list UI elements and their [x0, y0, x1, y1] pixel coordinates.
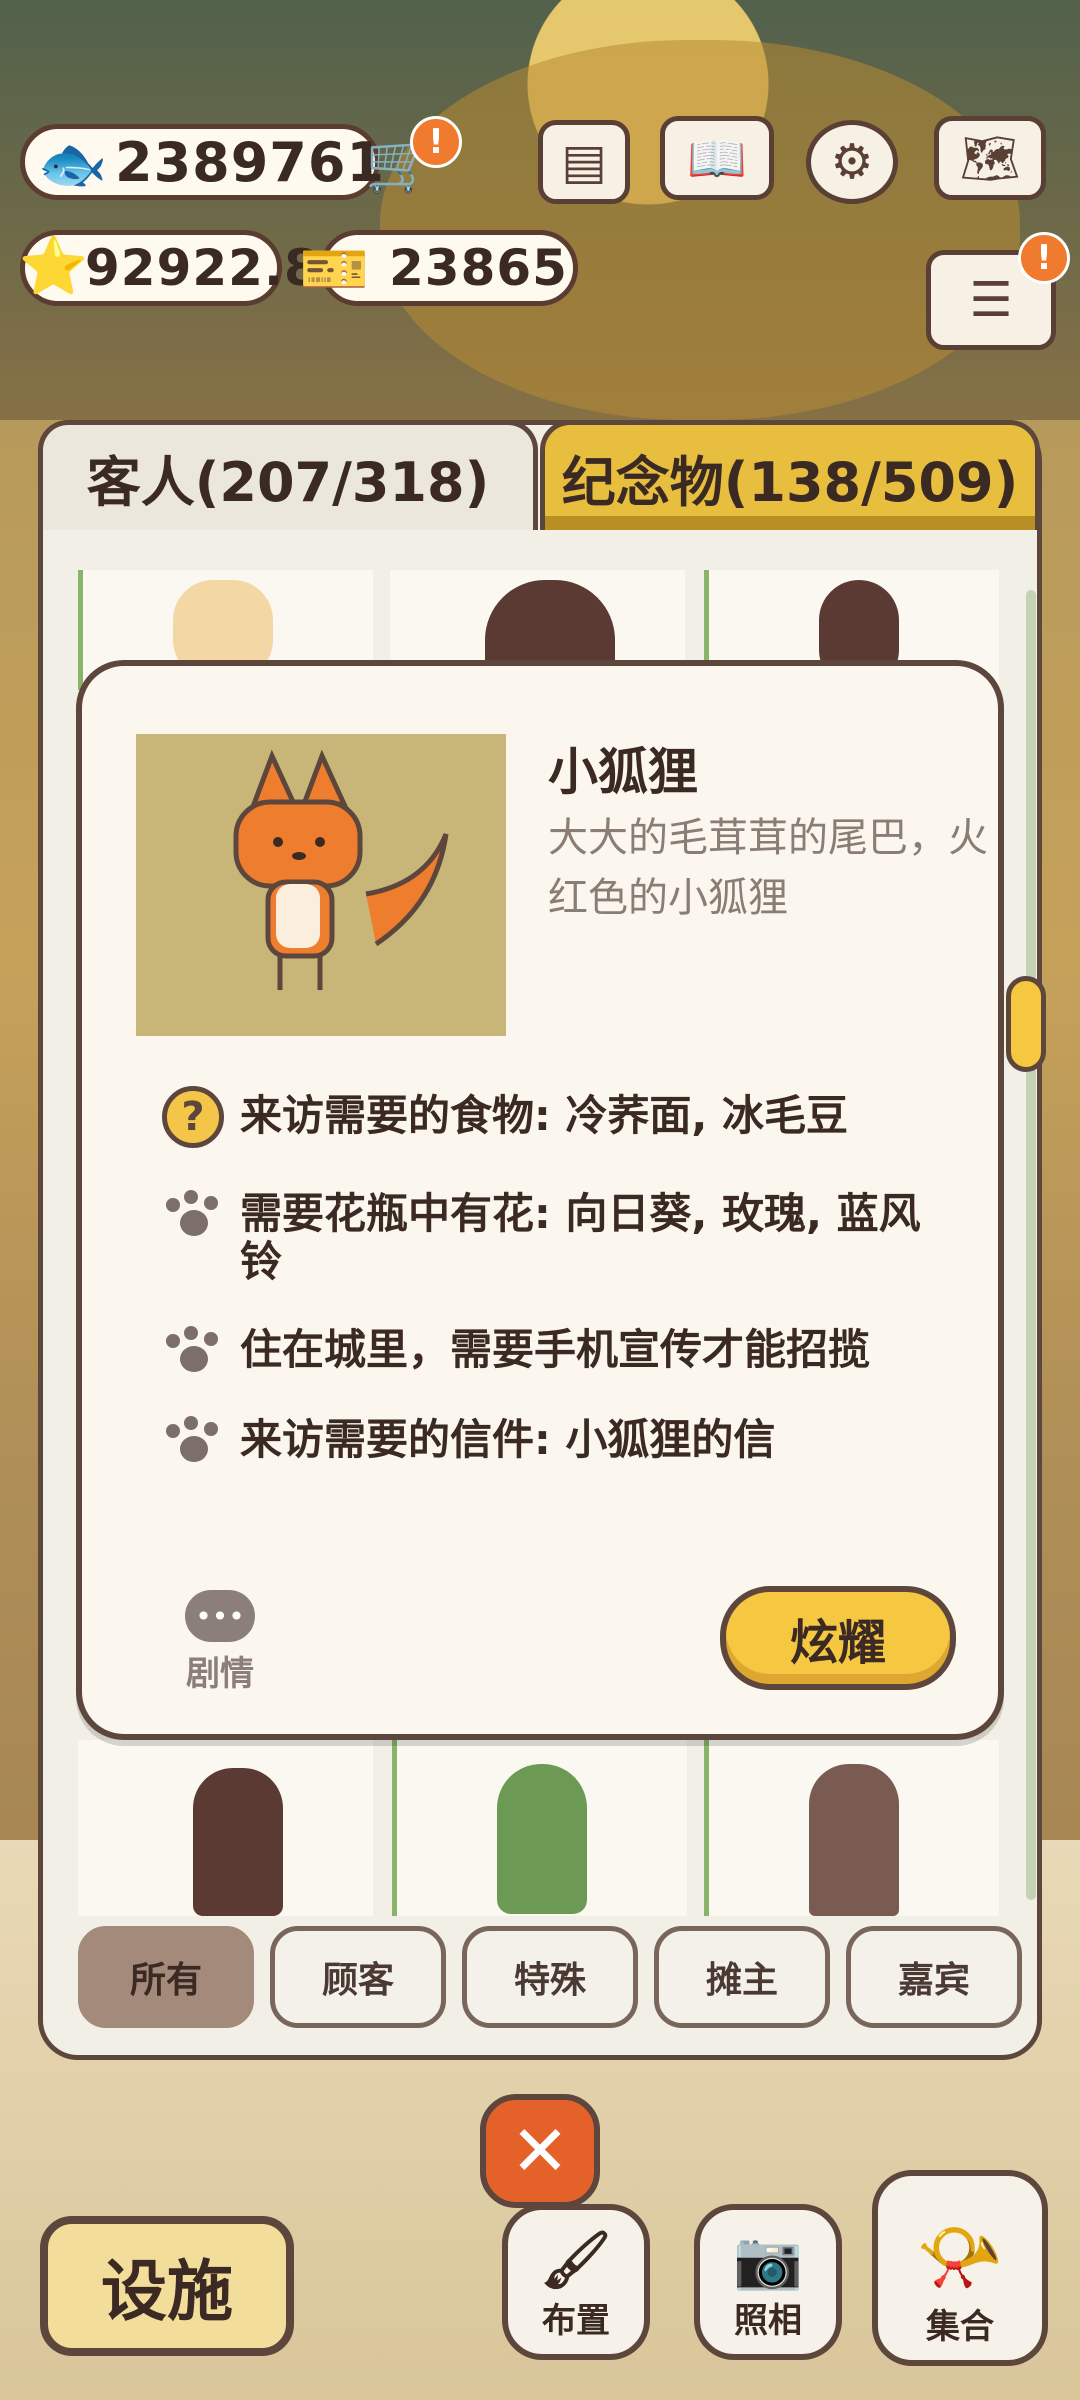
notebook-button[interactable]: ▤ [538, 120, 630, 204]
settings-button[interactable]: ⚙ [806, 120, 898, 204]
catalog-scrollbar-track[interactable] [1026, 590, 1036, 1900]
sort-icon: ☰ [969, 272, 1013, 328]
guest-portrait [497, 1764, 587, 1914]
filter-vendors[interactable]: 摊主 [654, 1926, 830, 2028]
star-currency: ⭐ 92922.8 [18, 230, 319, 306]
menu-notification-badge: ! [1018, 232, 1070, 284]
book-icon: 📖 [687, 130, 747, 187]
story-label: 剧情 [186, 1654, 254, 1694]
layout-label: 布置 [542, 2301, 610, 2341]
catalog-book-button[interactable]: 📖 [660, 116, 774, 200]
ticket-currency: 🎫 23865 [300, 230, 578, 306]
guest-card[interactable] [392, 1740, 687, 1916]
speech-bubble-icon: ••• [185, 1590, 255, 1642]
guest-card[interactable] [704, 1740, 999, 1916]
paw-icon [160, 1318, 226, 1384]
requirement-text: 需要花瓶中有花: 向日葵, 玫瑰, 蓝风铃 [240, 1189, 921, 1286]
fish-currency: 🐟 2389761 [20, 124, 384, 200]
map-button[interactable]: 🗺 [934, 116, 1046, 200]
filter-customers[interactable]: 顾客 [270, 1926, 446, 2028]
paw-icon [160, 1182, 226, 1248]
fish-count: 2389761 [115, 130, 386, 194]
fox-portrait [136, 734, 506, 1036]
filter-all[interactable]: 所有 [78, 1926, 254, 2028]
guest-silhouette [193, 1768, 283, 1916]
requirement-text: 来访需要的信件: 小狐狸的信 [240, 1415, 776, 1464]
question-icon: ? [160, 1084, 226, 1150]
story-button[interactable]: ••• 剧情 [170, 1590, 270, 1695]
star-count: 92922.8 [85, 239, 320, 297]
facility-button[interactable]: 设施 [40, 2216, 294, 2356]
tab-souvenirs[interactable]: 纪念物(138/509) [540, 420, 1040, 530]
camera-icon: 📷 [733, 2228, 803, 2293]
gather-button[interactable]: 📯 集合 [872, 2170, 1048, 2366]
ticket-count: 23865 [389, 239, 568, 297]
fish-icon: 🐟 [37, 132, 109, 197]
guest-description: 大大的毛茸茸的尾巴，火红色的小狐狸 [548, 815, 988, 921]
requirement-food: ? 来访需要的食物: 冷荞面, 冰毛豆 [160, 1084, 960, 1150]
filter-special[interactable]: 特殊 [462, 1926, 638, 2028]
gather-label: 集合 [926, 2307, 994, 2347]
requirement-letter: 来访需要的信件: 小狐狸的信 [160, 1408, 960, 1474]
cart-notification-badge: ! [410, 116, 462, 168]
notebook-icon: ▤ [561, 134, 607, 190]
layout-button[interactable]: 🖌 布置 [502, 2204, 650, 2360]
photo-label: 照相 [734, 2301, 802, 2341]
guest-name: 小狐狸 [548, 743, 698, 801]
whistle-icon: 📯 [916, 2216, 1004, 2298]
filter-guests[interactable]: 嘉宾 [846, 1926, 1022, 2028]
paint-roller-icon: 🖌 [540, 2228, 612, 2293]
requirement-promotion: 住在城里，需要手机宣传才能招揽 [160, 1318, 960, 1384]
show-off-button[interactable]: 炫耀 [720, 1586, 956, 1690]
requirement-text: 住在城里，需要手机宣传才能招揽 [240, 1325, 871, 1374]
requirement-flowers: 需要花瓶中有花: 向日葵, 玫瑰, 蓝风铃 [160, 1182, 960, 1286]
map-icon: 🗺 [959, 130, 1021, 187]
tab-guests[interactable]: 客人(207/318) [38, 420, 538, 530]
star-icon: ⭐ [18, 234, 90, 299]
catalog-scrollbar-handle[interactable] [1006, 976, 1046, 1072]
close-button[interactable]: ✕ [480, 2094, 600, 2208]
guest-card-locked[interactable] [78, 1740, 373, 1916]
close-icon: ✕ [510, 2110, 570, 2192]
photo-button[interactable]: 📷 照相 [694, 2204, 842, 2360]
guest-portrait [809, 1764, 899, 1916]
requirement-text: 来访需要的食物: 冷荞面, 冰毛豆 [240, 1091, 848, 1140]
gear-icon: ⚙ [830, 134, 874, 190]
ticket-icon: 🎫 [299, 237, 371, 302]
paw-icon [160, 1408, 226, 1474]
